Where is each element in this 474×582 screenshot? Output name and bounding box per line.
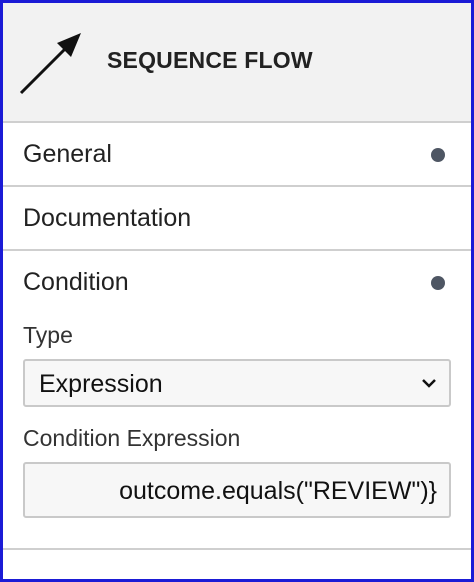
panel-header: SEQUENCE FLOW	[3, 3, 471, 123]
group-documentation-label: Documentation	[23, 204, 192, 232]
condition-entries: Type Expression Condition Expression out…	[3, 322, 471, 548]
condition-expression-label: Condition Expression	[23, 425, 241, 451]
condition-expression-value: outcome.equals("REVIEW")}	[119, 477, 437, 505]
group-general-label: General	[23, 140, 112, 168]
has-entries-indicator	[431, 276, 445, 290]
panel-title: SEQUENCE FLOW	[107, 47, 313, 73]
sequence-flow-arrow-icon	[19, 33, 81, 95]
type-label: Type	[23, 322, 73, 348]
type-select-value: Expression	[39, 370, 163, 398]
group-general-header[interactable]: General	[3, 123, 471, 185]
chevron-down-icon	[422, 379, 436, 388]
condition-expression-input[interactable]: outcome.equals("REVIEW")}	[23, 462, 451, 518]
group-general: General	[3, 123, 471, 187]
type-select[interactable]: Expression	[23, 359, 451, 407]
has-entries-indicator	[431, 148, 445, 162]
group-documentation: Documentation	[3, 187, 471, 251]
group-condition-label: Condition	[23, 268, 129, 296]
group-documentation-header[interactable]: Documentation	[3, 187, 471, 249]
group-condition-header[interactable]: Condition	[3, 251, 471, 313]
group-condition: Condition Type Expression Condition Expr…	[3, 251, 471, 550]
properties-panel: SEQUENCE FLOW General Documentation Cond…	[0, 0, 474, 582]
